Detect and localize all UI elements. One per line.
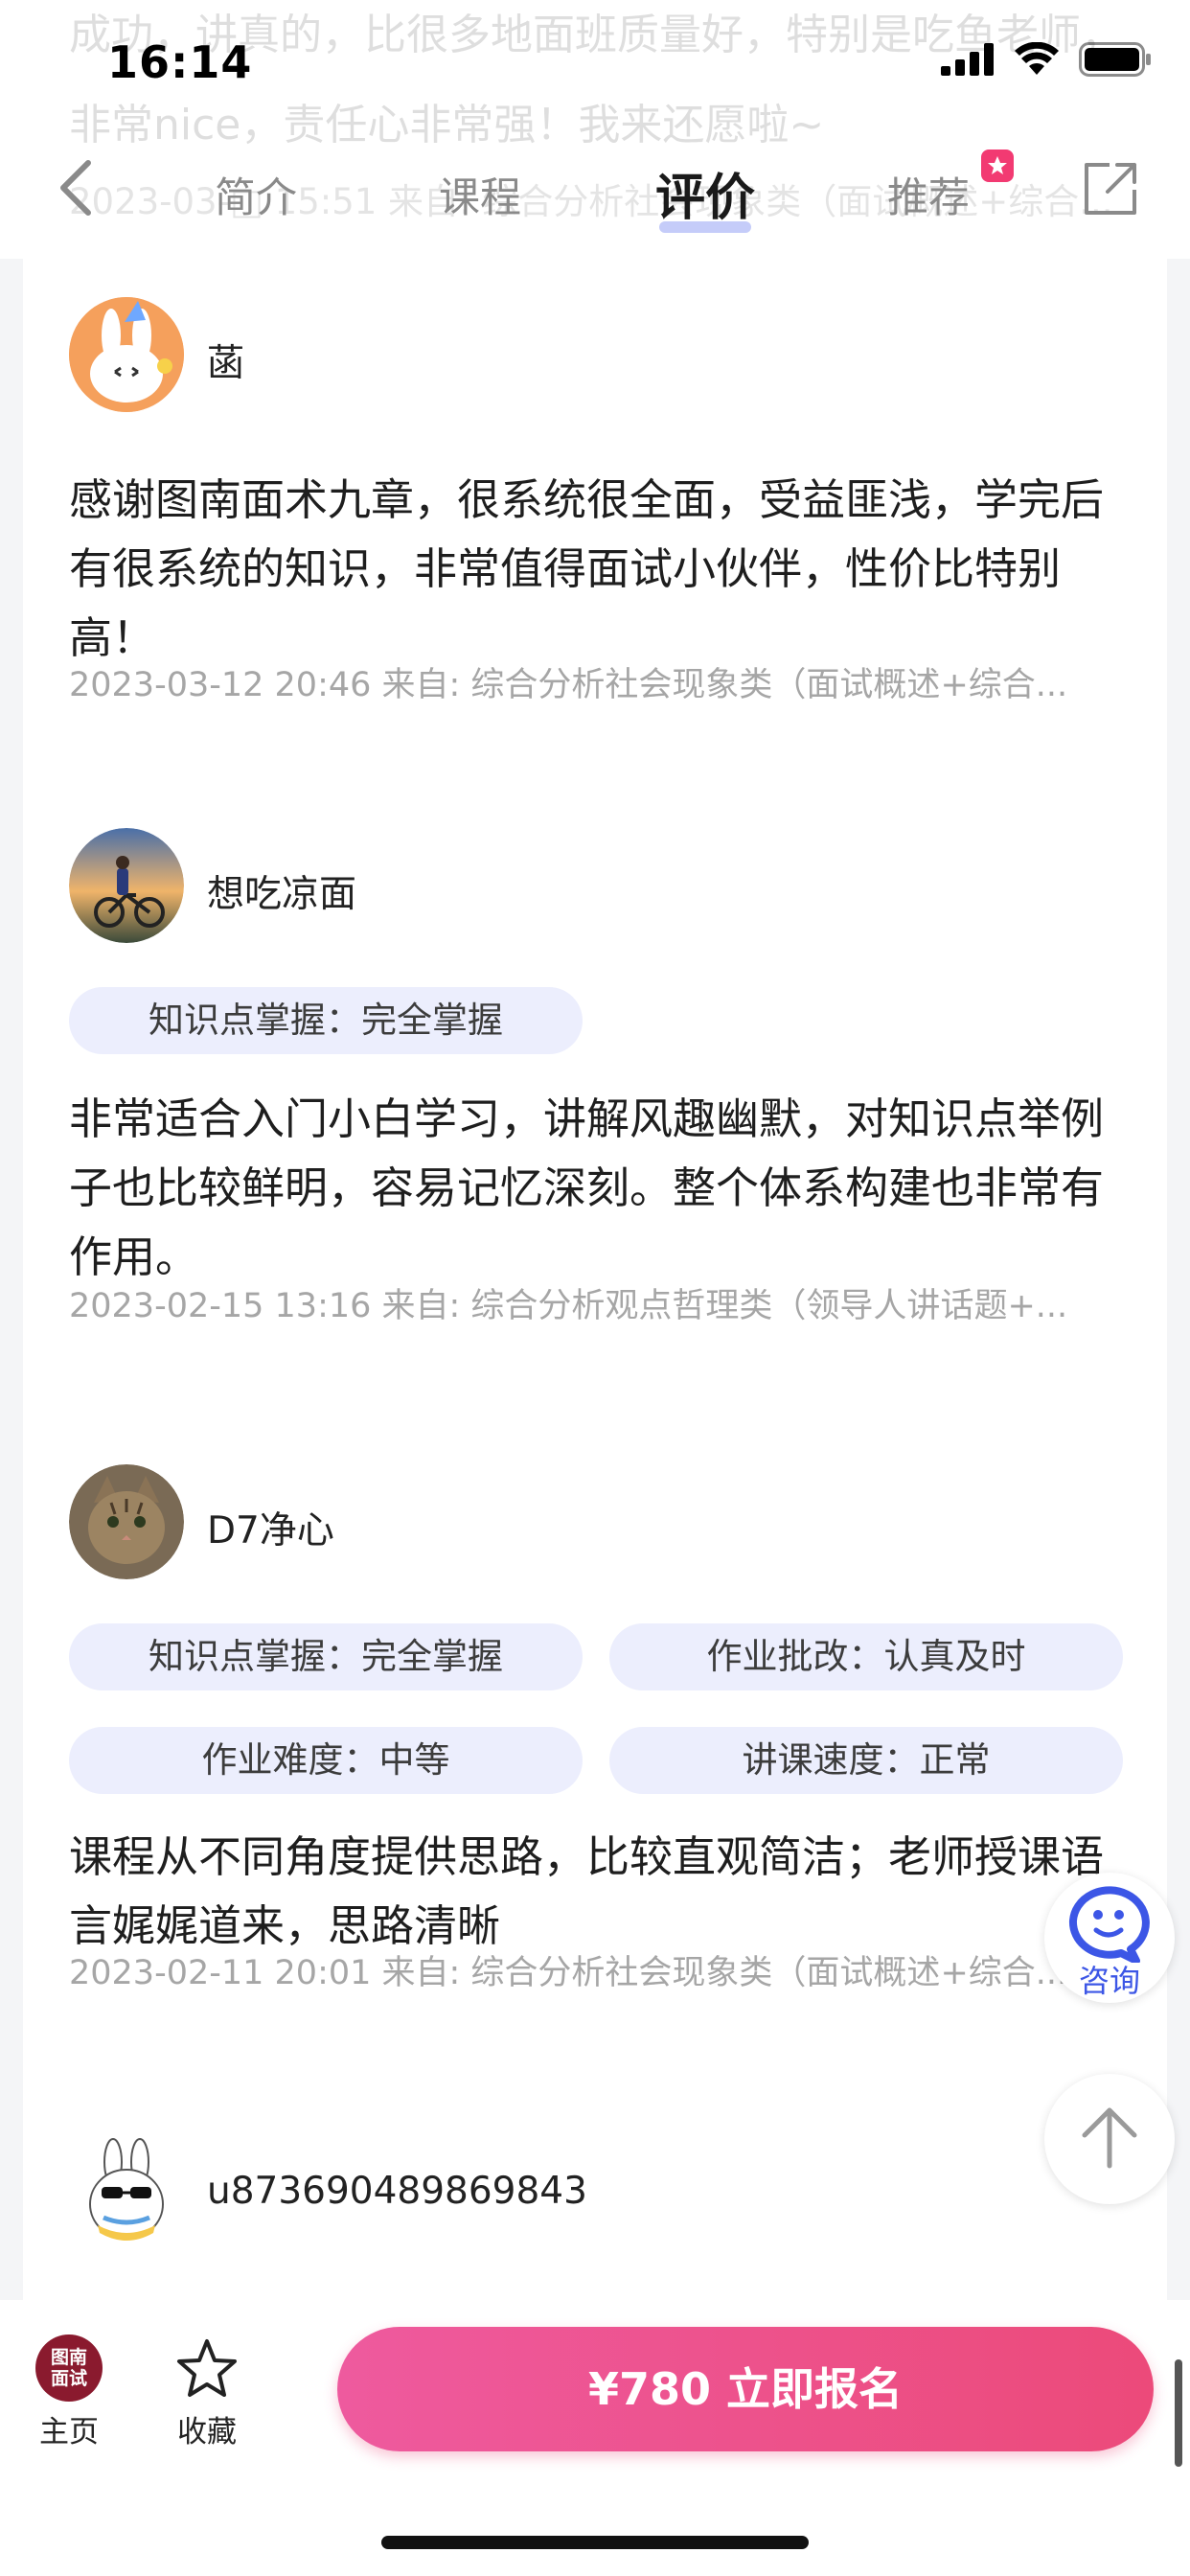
review-tag: 作业批改：认真及时 [609,1623,1123,1690]
share-icon[interactable] [1081,159,1140,218]
tab-reviews[interactable]: 评价 [655,157,756,233]
arrow-up-icon [1082,2107,1137,2169]
brand-logo: 图南面试 [35,2334,103,2402]
review-meta: 2023-02-15 13:16 来自: 综合分析观点哲理类（领导人讲话题+..… [69,1287,1068,1325]
home-button[interactable]: 图南面试 主页 [31,2334,107,2450]
review-text: 课程从不同角度提供思路，比较直观简洁；老师授课语言娓娓道来，思路清晰 [69,1831,1105,1951]
top-header: 成功，讲真的，比很多地面班质量好，特别是吃鱼老师，非常nice，责任心非常强！我… [0,0,1190,259]
review-username[interactable]: 想吃凉面 [207,864,356,918]
back-to-top-button[interactable] [1044,2074,1175,2204]
bunny-avatar-icon[interactable] [69,297,184,412]
reviews-list[interactable]: 菡 感谢图南面术九章，很系统很全面，受益匪浅，学完后有很系统的知识，非常值得面试… [23,259,1167,2300]
tab-recommend[interactable]: 推荐 [887,165,970,224]
review-tag: 讲课速度：正常 [609,1727,1123,1794]
sunglasses-bunny-avatar-icon[interactable] [69,2133,184,2248]
scrollbar-thumb[interactable] [1175,2359,1182,2467]
review-text: 非常适合入门小白学习，讲解风趣幽默，对知识点举例子也比较鲜明，容易记忆深刻。整个… [69,1093,1105,1282]
tab-intro[interactable]: 简介 [215,165,297,224]
cellular-signal-icon [941,43,994,76]
review-username[interactable]: u873690489869843 [207,2170,587,2213]
review-username[interactable]: D7净心 [207,1501,334,1554]
consult-button[interactable]: 咨询 [1044,1873,1175,2003]
review-meta: 2023-03-12 20:46 来自: 综合分析社会现象类（面试概述+综合..… [69,666,1068,704]
enroll-button[interactable]: ¥780 立即报名 [337,2327,1154,2451]
favorite-button[interactable]: 收藏 [169,2336,245,2450]
review-tag: 知识点掌握：完全掌握 [69,987,583,1054]
review-username[interactable]: 菡 [207,334,244,387]
cat-avatar-icon[interactable] [69,1464,184,1579]
review-tag: 知识点掌握：完全掌握 [69,1623,583,1690]
battery-icon [1079,42,1151,77]
review-meta: 2023-02-11 20:01 来自: 综合分析社会现象类（面试概述+综合..… [69,1954,1068,1992]
star-icon [177,2339,237,2397]
bottom-action-bar: 图南面试 主页 收藏 ¥780 立即报名 [0,2300,1190,2576]
status-icons [941,42,1152,77]
tab-reviews-label: 评价 [655,170,756,227]
brand-logo-text: 图南面试 [50,2347,87,2389]
recommend-badge-icon [981,150,1014,182]
home-indicator[interactable] [381,2536,809,2549]
nav-bar: 简介 课程 评价 推荐 [0,144,1190,240]
wifi-icon [1015,42,1059,75]
cyclist-avatar-icon[interactable] [69,828,184,943]
support-agent-icon [1068,1886,1150,1963]
back-arrow-icon[interactable] [50,157,103,218]
tab-courses[interactable]: 课程 [439,165,521,224]
favorite-label: 收藏 [177,2415,237,2450]
status-time: 16:14 [107,36,253,88]
review-tag: 作业难度：中等 [69,1727,583,1794]
consult-label: 咨询 [1078,1963,1140,1999]
home-label: 主页 [39,2415,99,2450]
review-text: 感谢图南面术九章，很系统很全面，受益匪浅，学完后有很系统的知识，非常值得面试小伙… [69,474,1105,663]
